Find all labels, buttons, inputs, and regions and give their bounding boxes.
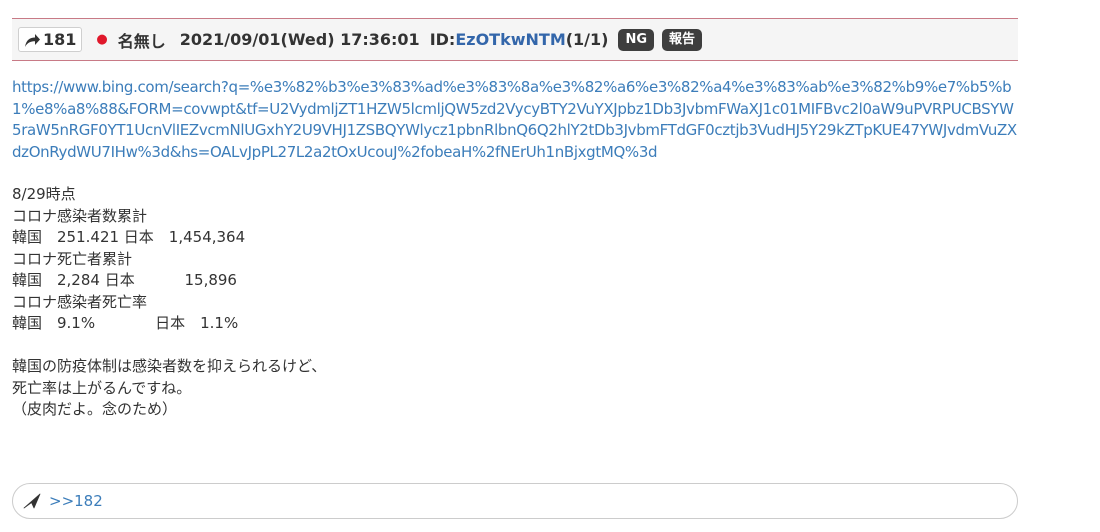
url-link[interactable]: https://www.bing.com/search?q=%e3%82%b3%… [12,77,1018,163]
poster-name: 名無し [117,31,166,51]
post-number: 181 [43,30,77,49]
reply-link[interactable]: >>182 [49,492,103,510]
status-dot-icon: ● [96,32,108,47]
body-line: 韓国の防疫体制は感染者数を抑えられるけど、 [12,357,327,375]
post-text: 8/29時点 コロナ感染者数累計 韓国 251.421 日本 1,454,364… [12,184,1018,421]
post-header: 181 ● 名無し 2021/09/01(Wed) 17:36:01 ID: Ez… [12,18,1018,61]
post-number-button[interactable]: 181 [18,27,83,52]
body-line: 韓国 9.1% 日本 1.1% [12,314,239,332]
post-body: https://www.bing.com/search?q=%e3%82%b3%… [12,61,1018,421]
post-date: 2021/09/01(Wed) 17:36:01 [179,30,420,49]
paper-plane-icon [23,493,41,509]
share-arrow-icon [23,32,41,48]
body-line: 韓国 251.421 日本 1,454,364 [12,228,246,246]
body-line: 8/29時点 [12,185,76,203]
reply-bar[interactable]: >>182 [12,483,1018,519]
id-post-count: (1/1) [565,30,609,49]
body-line: 死亡率は上がるんですね。 [12,378,192,397]
body-line [12,335,1018,357]
body-line: コロナ死亡者累計 [12,249,133,268]
post: 181 ● 名無し 2021/09/01(Wed) 17:36:01 ID: Ez… [12,18,1018,421]
body-line: （皮肉だよ。念のため） [12,400,178,418]
body-line: 韓国 2,284 日本 15,896 [12,271,237,289]
body-line: コロナ感染者数累計 [12,206,148,225]
id-label: ID: [429,30,456,49]
body-line: コロナ感染者死亡率 [12,292,148,311]
report-button[interactable]: 報告 [662,28,703,51]
poster-id-link[interactable]: EzOTkwNTM [455,30,565,49]
ng-button[interactable]: NG [618,28,655,51]
